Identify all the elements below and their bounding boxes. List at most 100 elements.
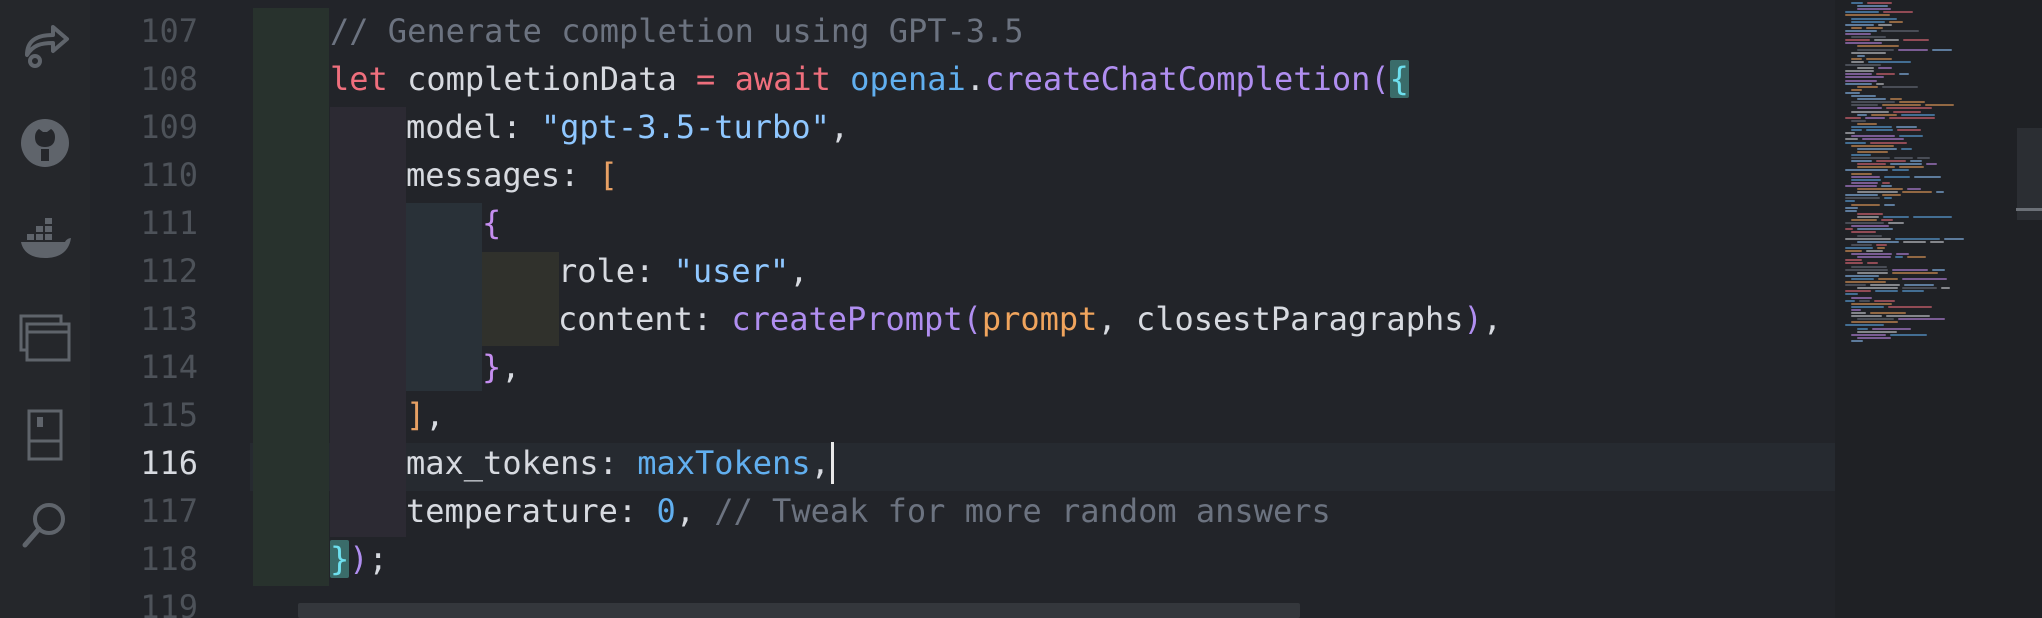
line-number: 116 bbox=[140, 444, 198, 482]
minimap-line bbox=[1901, 147, 1912, 150]
minimap-line bbox=[1899, 135, 1923, 138]
minimap-line bbox=[1870, 141, 1907, 144]
minimap-line bbox=[1857, 188, 1903, 190]
book-icon[interactable] bbox=[17, 407, 73, 463]
minimap-line bbox=[1851, 265, 1887, 268]
minimap-line bbox=[1898, 48, 1928, 51]
minimap-line bbox=[1868, 60, 1911, 63]
minimap-line bbox=[1936, 191, 1944, 194]
minimap-line bbox=[1845, 197, 1880, 200]
code-token: { bbox=[482, 204, 502, 242]
minimap-line bbox=[1857, 327, 1868, 330]
line-number: 111 bbox=[140, 204, 198, 242]
code-line: model: "gpt-3.5-turbo", bbox=[406, 103, 849, 151]
minimap-line bbox=[1857, 147, 1897, 150]
minimap-line bbox=[1845, 281, 1886, 283]
code-token: } bbox=[482, 348, 502, 386]
minimap-line bbox=[1857, 191, 1898, 194]
code-line: max_tokens: maxTokens, bbox=[406, 439, 830, 487]
line-number: 115 bbox=[140, 396, 198, 434]
code-token: , bbox=[829, 108, 850, 146]
minimap-line bbox=[1859, 299, 1870, 302]
minimap-line bbox=[1884, 203, 1895, 206]
minimap-slider[interactable] bbox=[2017, 128, 2042, 220]
minimap-line bbox=[1894, 157, 1913, 159]
minimap-line bbox=[1851, 57, 1862, 60]
minimap-line bbox=[1888, 222, 1904, 225]
code-line: messages: [ bbox=[406, 151, 618, 199]
minimap-line bbox=[1851, 175, 1880, 178]
minimap-line bbox=[1882, 85, 1918, 88]
line-number: 118 bbox=[140, 540, 198, 578]
minimap-line bbox=[1897, 129, 1921, 132]
code-token: = bbox=[696, 60, 716, 98]
minimap-line bbox=[1872, 327, 1911, 330]
minimap-line bbox=[1925, 104, 1954, 107]
minimap-line bbox=[1845, 132, 1855, 135]
github-icon[interactable] bbox=[17, 115, 73, 171]
minimap-line bbox=[1888, 305, 1932, 308]
minimap-line bbox=[1851, 253, 1892, 256]
windows-icon[interactable] bbox=[17, 310, 73, 366]
minimap-line bbox=[1845, 237, 1891, 240]
minimap-line bbox=[1845, 42, 1882, 45]
minimap-line bbox=[1851, 101, 1895, 104]
line-number: 113 bbox=[140, 300, 198, 338]
horizontal-scrollbar[interactable] bbox=[298, 603, 1300, 618]
minimap-line bbox=[1845, 70, 1874, 73]
minimap-line bbox=[1857, 287, 1898, 290]
code-token: let bbox=[330, 60, 388, 98]
minimap-line bbox=[1893, 110, 1921, 113]
code-token: , bbox=[425, 396, 445, 434]
minimap-line bbox=[1851, 181, 1878, 184]
minimap-line bbox=[1851, 119, 1866, 122]
minimap-line bbox=[1845, 141, 1866, 144]
minimap[interactable] bbox=[1835, 0, 2042, 618]
minimap-line bbox=[1878, 67, 1892, 70]
minimap-line bbox=[1845, 82, 1872, 85]
minimap-line bbox=[1914, 175, 1941, 178]
minimap-line bbox=[1851, 88, 1862, 91]
minimap-line bbox=[1857, 240, 1899, 243]
minimap-line bbox=[1876, 243, 1887, 246]
code-token: role: bbox=[558, 252, 674, 290]
share-arrow-icon[interactable] bbox=[17, 17, 73, 73]
minimap-line bbox=[1857, 212, 1883, 215]
minimap-line bbox=[1851, 60, 1864, 63]
minimap-line bbox=[1851, 110, 1889, 113]
minimap-line bbox=[1851, 153, 1871, 156]
minimap-line bbox=[1903, 240, 1926, 243]
line-number: 117 bbox=[140, 492, 198, 530]
minimap-line bbox=[1865, 116, 1885, 119]
code-token: ( bbox=[1370, 60, 1390, 98]
minimap-line bbox=[1851, 26, 1862, 29]
minimap-line bbox=[1932, 48, 1952, 51]
minimap-line bbox=[1851, 339, 1863, 342]
minimap-line bbox=[1904, 284, 1934, 287]
code-token: content: bbox=[558, 300, 732, 338]
docker-icon[interactable] bbox=[17, 212, 73, 268]
minimap-line bbox=[1845, 116, 1861, 119]
minimap-line bbox=[1892, 268, 1928, 271]
minimap-line bbox=[1851, 305, 1884, 308]
code-line: }); bbox=[330, 535, 388, 583]
code-token: temperature: bbox=[406, 492, 657, 530]
minimap-line bbox=[1874, 39, 1899, 42]
minimap-line bbox=[1886, 315, 1930, 318]
minimap-line bbox=[1851, 2, 1863, 4]
search-icon[interactable] bbox=[17, 497, 73, 553]
minimap-line bbox=[1895, 237, 1940, 240]
code-token: // Generate completion using GPT-3.5 bbox=[330, 12, 1024, 50]
minimap-line bbox=[1866, 250, 1883, 252]
minimap-line bbox=[1926, 163, 1937, 166]
code-token: , bbox=[810, 444, 830, 482]
code-token: "user" bbox=[673, 252, 790, 290]
minimap-line bbox=[1851, 135, 1895, 138]
minimap-line bbox=[1878, 23, 1892, 26]
minimap-line bbox=[1851, 51, 1886, 54]
indent-guide-level-1 bbox=[330, 107, 406, 537]
code-token: maxTokens bbox=[637, 444, 811, 482]
minimap-line bbox=[1851, 302, 1892, 305]
minimap-line bbox=[1851, 333, 1886, 336]
